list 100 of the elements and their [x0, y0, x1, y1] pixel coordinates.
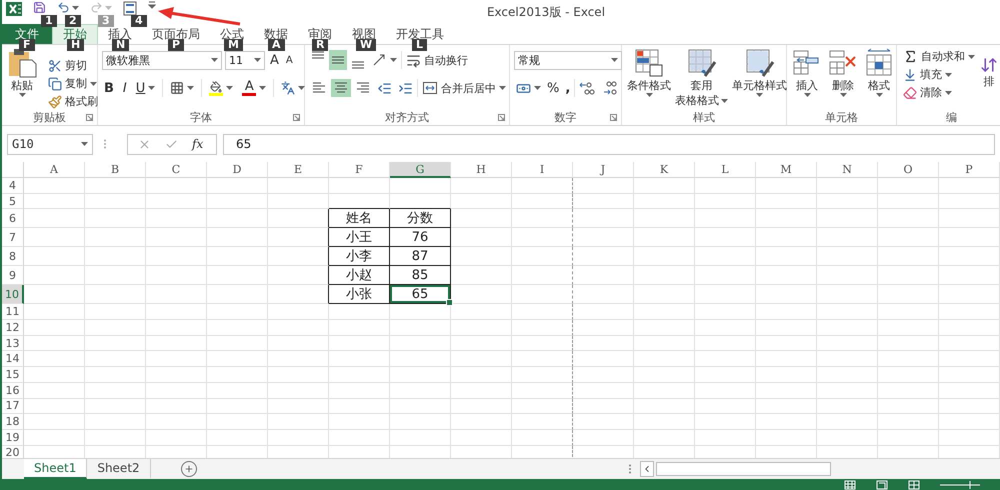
grid-cell[interactable] — [512, 430, 573, 446]
grid-cell[interactable] — [512, 351, 573, 368]
row-header[interactable]: 15 — [2, 367, 24, 383]
page-icon[interactable] — [123, 1, 137, 16]
column-header[interactable]: H — [451, 162, 512, 178]
row-header[interactable]: 16 — [2, 382, 24, 398]
dialog-launcher-icon[interactable] — [498, 114, 505, 121]
normal-view-icon[interactable] — [844, 480, 856, 490]
style-button[interactable]: 套用 表格格式 — [674, 48, 729, 108]
dialog-launcher-icon[interactable] — [610, 114, 617, 121]
paste-button[interactable]: 粘贴 — [6, 48, 38, 97]
comma-button[interactable]: , — [563, 80, 572, 96]
wrap-text-button[interactable]: 自动换行 — [404, 52, 470, 68]
table-cell[interactable]: 分数 — [390, 209, 451, 228]
format-painter-button[interactable]: 格式刷 — [46, 93, 100, 110]
sheet-tab[interactable]: Sheet1 — [24, 459, 88, 479]
zoom-slider-icon[interactable] — [940, 480, 980, 490]
row-header[interactable]: 14 — [2, 351, 24, 368]
grid-cell[interactable] — [512, 247, 573, 266]
cells-button[interactable]: 删除 — [827, 48, 859, 97]
grow-font-button[interactable]: A — [268, 52, 281, 68]
grid-cell[interactable] — [512, 320, 573, 336]
phonetic-button[interactable] — [279, 80, 308, 96]
row-header[interactable]: 4 — [2, 178, 24, 194]
row-header[interactable]: 9 — [2, 266, 24, 286]
grid-cell[interactable] — [512, 414, 573, 430]
grid-cell[interactable] — [268, 247, 329, 266]
column-header[interactable]: K — [634, 162, 695, 178]
row-header[interactable]: 8 — [2, 247, 24, 266]
increase-decimal-button[interactable] — [577, 80, 598, 96]
row-header[interactable]: 18 — [2, 414, 24, 430]
grid-cell[interactable] — [512, 336, 573, 352]
table-cell[interactable]: 65 — [390, 285, 451, 304]
fill-button[interactable]: 填充 — [901, 66, 977, 83]
shrink-font-button[interactable]: A — [284, 54, 295, 66]
column-header[interactable]: F — [329, 162, 390, 178]
grid-cell[interactable] — [512, 228, 573, 248]
name-box[interactable]: G10 — [7, 134, 93, 154]
borders-button[interactable] — [168, 80, 196, 96]
font-size-field[interactable]: 11 — [225, 50, 265, 70]
cells-button[interactable]: 插入 — [791, 48, 823, 97]
grid-cell[interactable] — [512, 266, 573, 286]
save-icon[interactable] — [33, 1, 46, 14]
row-header[interactable]: 11 — [2, 304, 24, 320]
grid-cell[interactable] — [268, 285, 329, 304]
cells-button[interactable]: 格式 — [863, 48, 895, 97]
column-header[interactable]: P — [939, 162, 1000, 178]
grid-cell[interactable] — [512, 178, 573, 194]
grid-cell[interactable] — [512, 398, 573, 414]
align-button[interactable] — [329, 50, 347, 70]
fill-color-button[interactable] — [207, 80, 236, 96]
merge-center-button[interactable]: 合并后居中 — [420, 79, 508, 97]
table-cell[interactable]: 87 — [390, 247, 451, 266]
sort-button[interactable]: 排 — [980, 48, 998, 89]
grid-cell[interactable] — [268, 266, 329, 286]
row-header[interactable]: 13 — [2, 336, 24, 352]
table-cell[interactable]: 小李 — [329, 247, 390, 266]
align-button[interactable] — [331, 79, 351, 97]
column-header[interactable]: A — [24, 162, 85, 178]
underline-button[interactable]: U — [134, 80, 158, 96]
style-button[interactable]: 单元格样式 — [731, 48, 788, 97]
clear-button[interactable]: 清除 — [901, 84, 977, 101]
cut-button[interactable]: 剪切 — [46, 57, 100, 74]
table-cell[interactable]: 小张 — [329, 285, 390, 304]
grid-cell[interactable] — [268, 228, 329, 248]
grid-cell[interactable] — [512, 304, 573, 320]
grid-cell[interactable] — [512, 194, 573, 210]
grid-cell[interactable] — [512, 209, 573, 228]
column-header[interactable]: G — [390, 162, 451, 178]
page-break-icon[interactable] — [908, 480, 920, 490]
table-cell[interactable]: 姓名 — [329, 209, 390, 228]
grid-cell[interactable] — [512, 285, 573, 304]
column-header[interactable]: L — [695, 162, 756, 178]
table-cell[interactable]: 小赵 — [329, 266, 390, 286]
column-header[interactable]: D — [207, 162, 268, 178]
column-header[interactable]: N — [817, 162, 878, 178]
table-cell[interactable]: 小王 — [329, 228, 390, 248]
row-header[interactable]: 6 — [2, 209, 24, 228]
scroll-left-button[interactable] — [640, 461, 654, 477]
row-header[interactable]: 10 — [2, 285, 24, 304]
row-header[interactable]: 20 — [2, 446, 24, 458]
undo-button[interactable] — [57, 1, 79, 14]
grid-cell[interactable] — [512, 367, 573, 383]
number-format-field[interactable]: 常规 — [514, 50, 622, 70]
autosum-button[interactable]: 自动求和 — [901, 48, 977, 65]
column-header[interactable]: E — [268, 162, 329, 178]
font-name-field[interactable]: 微软雅黑 — [102, 50, 222, 70]
dialog-launcher-icon[interactable] — [293, 114, 300, 121]
table-cell[interactable]: 85 — [390, 266, 451, 286]
row-header[interactable]: 5 — [2, 194, 24, 210]
grid-cell[interactable] — [512, 382, 573, 398]
row-header[interactable]: 7 — [2, 228, 24, 248]
column-header[interactable]: J — [573, 162, 634, 178]
style-button[interactable]: 条件格式 — [626, 48, 672, 97]
cancel-icon[interactable] — [138, 138, 151, 150]
italic-button[interactable]: I — [120, 80, 129, 96]
grid-cell[interactable] — [268, 209, 329, 228]
column-header[interactable]: B — [85, 162, 146, 178]
column-header[interactable]: O — [878, 162, 939, 178]
column-header[interactable]: M — [756, 162, 817, 178]
